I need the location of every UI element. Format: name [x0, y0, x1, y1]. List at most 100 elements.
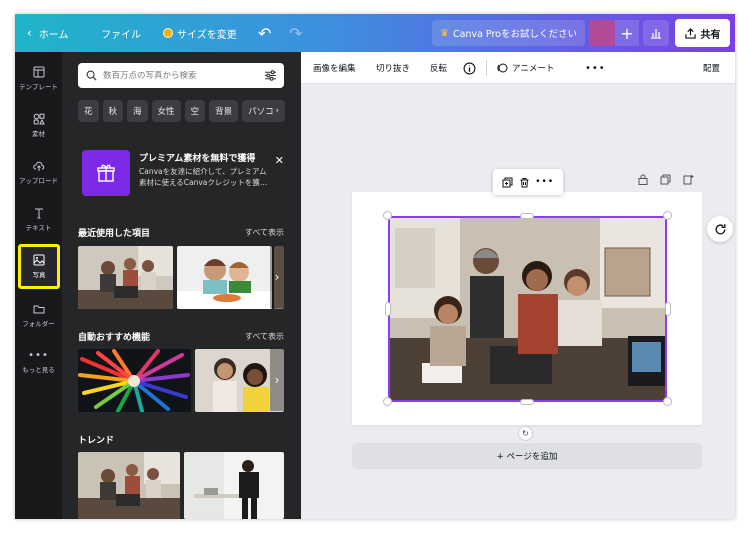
- rail-item-uploads[interactable]: アップロード: [15, 149, 62, 195]
- left-rail: テンプレート 素材 アップロード テキスト 写真 フォルダー ••• もっと見る: [15, 52, 62, 519]
- rail-label: 写真: [32, 271, 46, 279]
- chevron-right-icon[interactable]: ›: [270, 349, 284, 411]
- crown-icon: [163, 28, 173, 38]
- selected-photo[interactable]: [388, 216, 667, 402]
- resize-handle[interactable]: [520, 213, 534, 219]
- rail-label: 素材: [32, 129, 45, 138]
- recent-photo-kids[interactable]: [177, 246, 272, 309]
- canva-window: ‹ ホーム ファイル サイズを変更 ↶ ↷ ♛ Canva Proをお試しくださ…: [15, 14, 735, 519]
- recent-photo-meeting[interactable]: [78, 246, 173, 309]
- bar-chart-icon: [651, 29, 661, 39]
- chip[interactable]: 秋: [102, 100, 124, 122]
- try-pro-label: Canva Proをお試しください: [452, 29, 577, 40]
- share-icon: [684, 27, 696, 39]
- more-options-icon[interactable]: •••: [585, 52, 606, 84]
- gift-icon: [82, 150, 130, 196]
- close-icon[interactable]: ✕: [275, 154, 284, 167]
- try-pro-button[interactable]: ♛ Canva Proをお試しください: [432, 20, 585, 46]
- share-label: 共有: [700, 29, 721, 41]
- top-bar: ‹ ホーム ファイル サイズを変更 ↶ ↷ ♛ Canva Proをお試しくださ…: [15, 14, 735, 52]
- folder-icon: [33, 305, 44, 313]
- home-label: ホーム: [38, 29, 69, 41]
- search-box[interactable]: [78, 63, 284, 88]
- info-circle-icon: [463, 62, 476, 74]
- rail-item-text[interactable]: テキスト: [15, 196, 62, 242]
- redo-icon[interactable]: ↷: [289, 14, 302, 52]
- chip-label: パソコ: [248, 107, 274, 117]
- refresh-icon[interactable]: [707, 216, 733, 242]
- photo-image: [184, 452, 284, 519]
- search-icon: [86, 70, 97, 81]
- resize-handle[interactable]: [665, 302, 671, 316]
- chip[interactable]: 花: [78, 100, 99, 122]
- photo-image: [78, 452, 180, 519]
- rail-item-folders[interactable]: フォルダー: [15, 292, 62, 338]
- editor-area: 画像を編集 切り抜き 反転 アニメート ••• 配置 ••• ↻ + ページを追…: [301, 52, 735, 519]
- section-title: 自動おすすめ機能: [78, 333, 151, 343]
- rail-item-photos[interactable]: 写真: [18, 244, 60, 289]
- file-menu-button[interactable]: ファイル: [101, 14, 141, 52]
- crown-icon: ♛: [440, 27, 449, 39]
- undo-icon[interactable]: ↶: [258, 14, 271, 52]
- rail-item-templates[interactable]: テンプレート: [15, 55, 62, 101]
- flip-button[interactable]: 反転: [430, 52, 447, 84]
- trend-photo-office[interactable]: [184, 452, 284, 519]
- chip[interactable]: 女性: [151, 100, 181, 122]
- share-button[interactable]: 共有: [675, 19, 730, 47]
- divider: [486, 60, 487, 76]
- photo-image: [390, 218, 665, 400]
- animate-label: アニメート: [512, 64, 555, 74]
- elements-icon: [33, 113, 45, 124]
- resize-handle[interactable]: [383, 397, 392, 406]
- rail-label: アップロード: [19, 176, 58, 185]
- lock-icon[interactable]: [638, 174, 648, 185]
- duplicate-icon[interactable]: [502, 177, 513, 188]
- resize-handle[interactable]: [520, 399, 534, 405]
- chip[interactable]: 背景: [209, 100, 239, 122]
- rail-item-elements[interactable]: 素材: [15, 102, 62, 148]
- edit-image-button[interactable]: 画像を編集: [313, 52, 356, 84]
- resize-handle[interactable]: [663, 397, 672, 406]
- photos-panel: 花 秋 海 女性 空 背景 パソコ› プレミアム素材を無料で獲得 Canvaを友…: [62, 52, 301, 519]
- rail-item-more[interactable]: ••• もっと見る: [15, 339, 62, 385]
- rail-label: テキスト: [25, 223, 52, 232]
- trash-icon[interactable]: [519, 177, 530, 188]
- crop-button[interactable]: 切り抜き: [376, 52, 410, 84]
- resize-handle[interactable]: [385, 302, 391, 316]
- resize-button[interactable]: サイズを変更: [163, 14, 237, 52]
- position-button[interactable]: 配置: [703, 52, 720, 84]
- rail-label: フォルダー: [22, 319, 55, 328]
- chip[interactable]: 空: [184, 100, 206, 122]
- home-button[interactable]: ‹ ホーム: [27, 14, 69, 52]
- cloud-upload-icon: [32, 161, 44, 171]
- rotate-icon[interactable]: ↻: [518, 426, 533, 441]
- see-all-link[interactable]: すべて表示: [245, 331, 284, 342]
- chip[interactable]: 海: [127, 100, 148, 122]
- chevron-right-icon: ›: [275, 106, 280, 116]
- page-controls: [638, 174, 694, 185]
- photo-image: [78, 349, 191, 412]
- see-all-link[interactable]: すべて表示: [245, 227, 284, 238]
- chip[interactable]: パソコ ›: [242, 100, 286, 122]
- avatar[interactable]: [589, 20, 615, 46]
- animate-button[interactable]: アニメート: [496, 52, 554, 84]
- duplicate-page-icon[interactable]: [660, 174, 671, 185]
- chevron-right-icon[interactable]: ›: [270, 246, 284, 308]
- plus-icon[interactable]: +: [615, 20, 639, 46]
- rail-label: テンプレート: [19, 82, 58, 91]
- insights-button[interactable]: [643, 20, 669, 46]
- search-input[interactable]: [103, 70, 253, 81]
- auto-photo-pencils[interactable]: [78, 349, 191, 412]
- promo-card[interactable]: プレミアム素材を無料で獲得 Canvaを友達に紹介して、プレミアム素材に使えるC…: [78, 145, 284, 199]
- filter-sliders-icon[interactable]: [264, 69, 277, 82]
- chevron-left-icon: ‹: [27, 26, 32, 40]
- add-page-icon[interactable]: [683, 174, 694, 185]
- info-icon[interactable]: [463, 52, 476, 84]
- add-page-button[interactable]: + ページを追加: [352, 443, 702, 469]
- trend-photo-meeting[interactable]: [78, 452, 180, 519]
- resize-handle[interactable]: [383, 211, 392, 220]
- more-icon[interactable]: •••: [535, 177, 554, 187]
- auto-section-header: 自動おすすめ機能 すべて表示: [78, 330, 284, 343]
- resize-handle[interactable]: [663, 211, 672, 220]
- resize-label: サイズを変更: [177, 29, 237, 41]
